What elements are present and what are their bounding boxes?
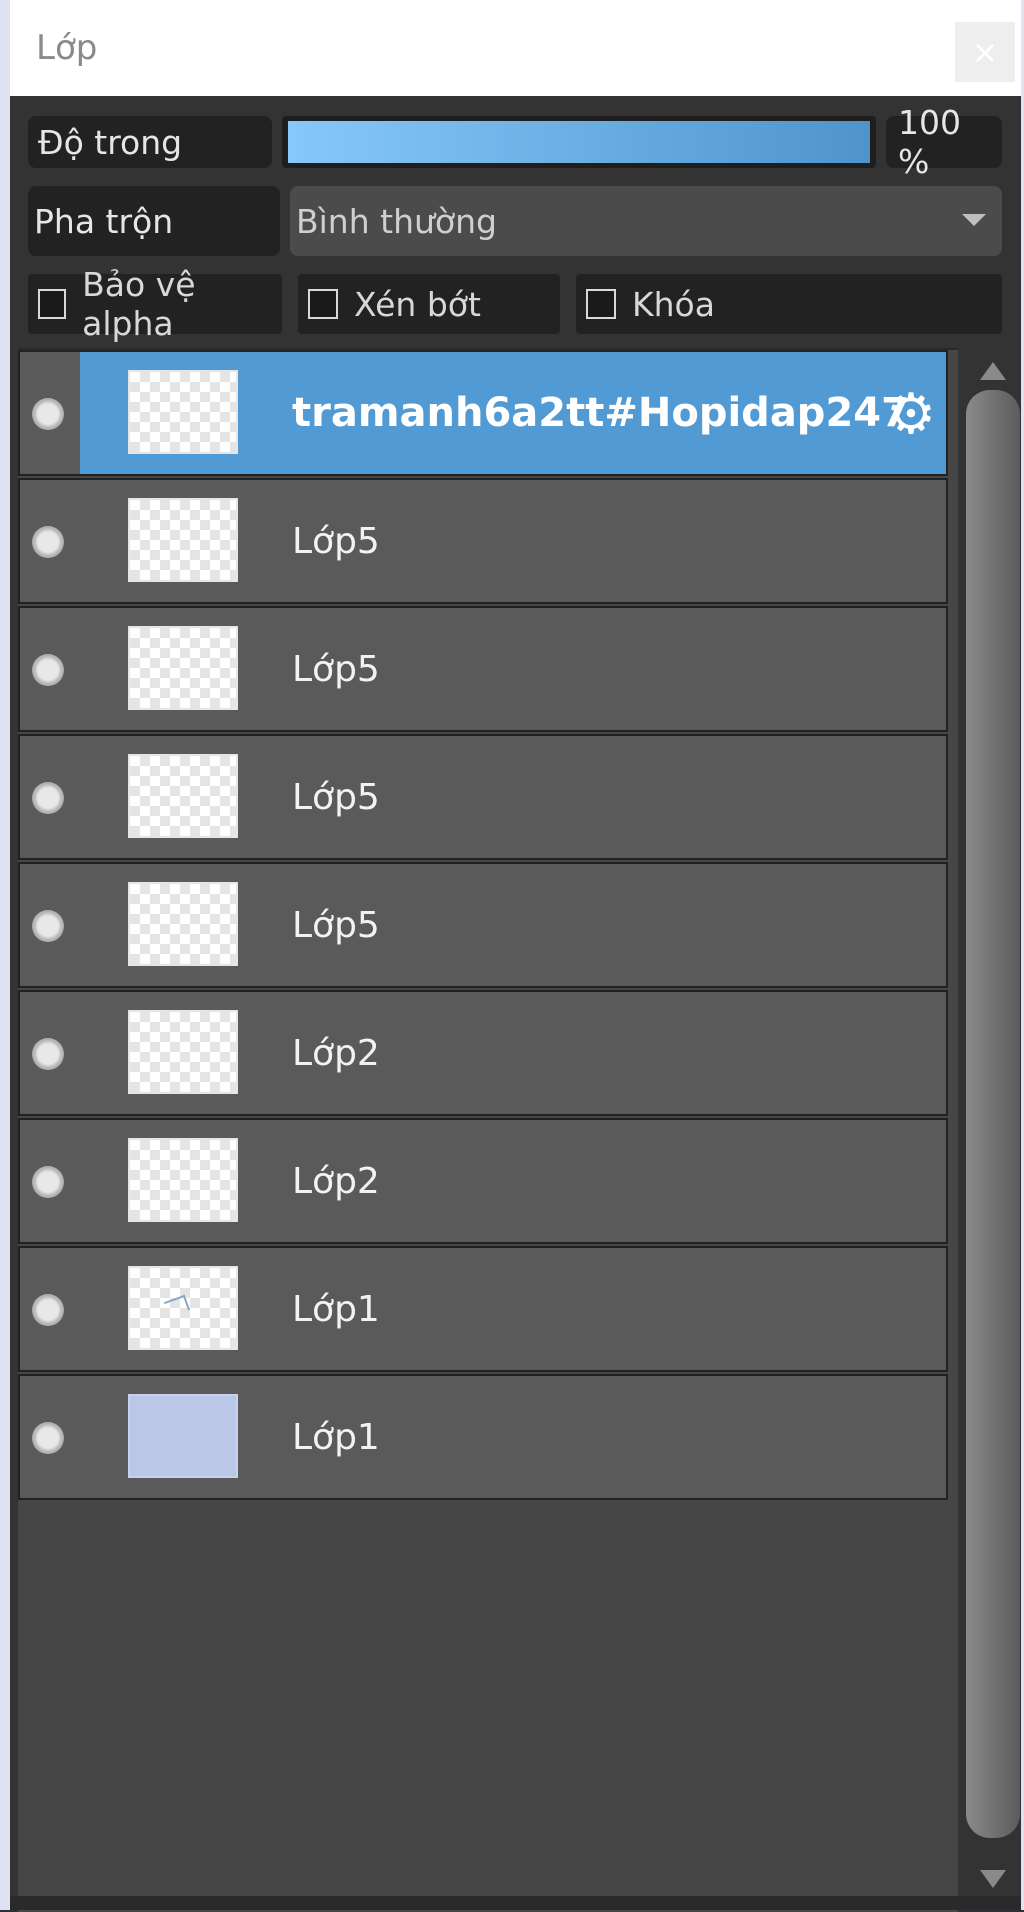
layer-thumbnail: [128, 1010, 238, 1094]
alpha-protect-checkbox[interactable]: Bảo vệ alpha: [28, 265, 282, 343]
blend-mode-select[interactable]: Bình thường: [290, 186, 1002, 256]
visibility-toggle-icon[interactable]: [32, 654, 64, 686]
layer-name: Lớp1: [292, 1416, 380, 1458]
layer-name: Lớp5: [292, 520, 380, 562]
visibility-toggle-icon[interactable]: [32, 398, 64, 430]
opacity-label: Độ trong: [28, 116, 272, 168]
scrollbar-thumb[interactable]: [966, 390, 1020, 1838]
scroll-up-icon[interactable]: [980, 362, 1006, 380]
layer-thumbnail: [128, 370, 238, 454]
layer-row[interactable]: Lớp5: [18, 606, 948, 732]
panel-bottom-edge: [10, 1896, 1021, 1910]
layer-row[interactable]: Lớp2: [18, 990, 948, 1116]
checkbox-icon: [38, 289, 67, 319]
scroll-down-icon[interactable]: [980, 1870, 1006, 1888]
layers-window: Lớp × Độ trong 100 % Pha trộn Bình thườn…: [0, 0, 1024, 1912]
lock-checkbox[interactable]: Khóa: [576, 274, 1002, 334]
layer-name: Lớp5: [292, 776, 380, 818]
layer-name: Lớp1: [292, 1288, 380, 1330]
layer-name: Lớp2: [292, 1032, 380, 1074]
visibility-toggle-icon[interactable]: [32, 1038, 64, 1070]
layer-list: tramanh6a2tt#Hopidap247 ⚙ Lớp5 Lớp5 Lớp5: [18, 348, 958, 1912]
opacity-value[interactable]: 100 %: [886, 103, 1002, 181]
visibility-toggle-icon[interactable]: [32, 526, 64, 558]
visibility-toggle-icon[interactable]: [32, 1294, 64, 1326]
close-button[interactable]: ×: [955, 22, 1015, 82]
layer-row[interactable]: Lớp5: [18, 862, 948, 988]
checkbox-label: Bảo vệ alpha: [82, 265, 196, 343]
layer-row[interactable]: Lớp5: [18, 478, 948, 604]
layers-panel: Độ trong 100 % Pha trộn Bình thường Bảo …: [10, 96, 1021, 1912]
layer-row[interactable]: Lớp5: [18, 734, 948, 860]
visibility-toggle-icon[interactable]: [32, 782, 64, 814]
layer-thumbnail: [128, 754, 238, 838]
window-left-edge: [0, 0, 10, 1910]
layer-name: Lớp5: [292, 648, 380, 690]
layer-row[interactable]: Lớp2: [18, 1118, 948, 1244]
layer-row[interactable]: Lớp1: [18, 1246, 948, 1372]
opacity-slider[interactable]: [282, 116, 876, 168]
layer-name: Lớp5: [292, 904, 380, 946]
window-title: Lớp: [36, 28, 98, 68]
layer-name: Lớp2: [292, 1160, 380, 1202]
checkbox-icon: [586, 289, 616, 319]
layer-thumbnail: [128, 498, 238, 582]
layer-thumbnail: [128, 1394, 238, 1478]
chevron-down-icon: [962, 214, 986, 226]
opacity-slider-fill: [288, 121, 870, 163]
checkbox-label: Khóa: [632, 284, 715, 324]
layer-row[interactable]: tramanh6a2tt#Hopidap247 ⚙: [18, 350, 948, 476]
layer-row[interactable]: Lớp1: [18, 1374, 948, 1500]
layer-name: tramanh6a2tt#Hopidap247: [292, 390, 909, 436]
layer-thumbnail: [128, 882, 238, 966]
blend-mode-label: Pha trộn: [28, 186, 280, 256]
blend-mode-value: Bình thường: [296, 201, 497, 241]
visibility-toggle-icon[interactable]: [32, 1166, 64, 1198]
visibility-toggle-icon[interactable]: [32, 910, 64, 942]
layer-list-scrollbar[interactable]: [964, 348, 1020, 1898]
layer-thumbnail: [128, 1138, 238, 1222]
checkbox-label: Xén bớt: [354, 284, 481, 324]
title-bar[interactable]: Lớp ×: [10, 0, 1021, 96]
checkbox-icon: [308, 289, 338, 319]
gear-icon[interactable]: ⚙: [882, 386, 940, 444]
clipping-checkbox[interactable]: Xén bớt: [298, 274, 560, 334]
layer-thumbnail: [128, 1266, 238, 1350]
visibility-toggle-icon[interactable]: [32, 1422, 64, 1454]
layer-thumbnail: [128, 626, 238, 710]
close-icon: ×: [971, 33, 999, 71]
